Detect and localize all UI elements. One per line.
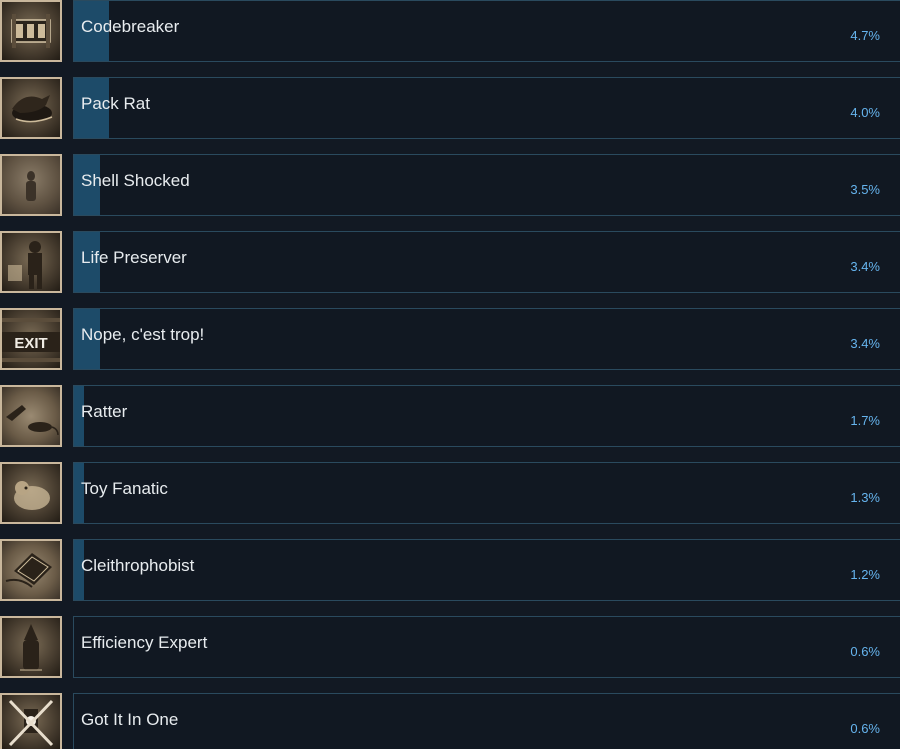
achievement-percent: 3.4% (850, 336, 880, 351)
svg-text:EXIT: EXIT (14, 335, 47, 352)
achievement-name: Shell Shocked (81, 171, 190, 190)
progress-bar: Toy Fanatic 1.3% (73, 462, 900, 524)
rat-pile-icon (0, 77, 62, 139)
achievement-name: Pack Rat (81, 94, 150, 113)
achievement-row-efficiency-expert[interactable]: Efficiency Expert 0.6% (0, 616, 900, 681)
progress-bar: Codebreaker 4.7% (73, 0, 900, 62)
progress-bar: Ratter 1.7% (73, 385, 900, 447)
progress-bar: Pack Rat 4.0% (73, 77, 900, 139)
achievement-name: Got It In One (81, 710, 179, 729)
achievement-percent: 4.7% (850, 28, 880, 43)
achievement-row-nope-cest-trop[interactable]: EXIT Nope, c'est trop! 3.4% (0, 308, 900, 373)
progress-bar: Nope, c'est trop! 3.4% (73, 308, 900, 370)
achievement-name: Cleithrophobist (81, 556, 195, 575)
progress-bar: Got It In One 0.6% (73, 693, 900, 749)
achievement-percent: 0.6% (850, 721, 880, 736)
achievement-name: Life Preserver (81, 248, 187, 267)
trapdoor-icon (0, 539, 62, 601)
achievement-percent: 1.3% (850, 490, 880, 505)
progress-bar: Cleithrophobist 1.2% (73, 539, 900, 601)
exit-sign-icon: EXIT (0, 308, 62, 370)
achievement-percent: 1.2% (850, 567, 880, 582)
achievement-row-ratter[interactable]: Ratter 1.7% (0, 385, 900, 450)
achievement-name: Nope, c'est trop! (81, 325, 205, 344)
achievement-row-toy-fanatic[interactable]: Toy Fanatic 1.3% (0, 462, 900, 527)
lock-dial-icon (0, 0, 62, 62)
progress-bar: Efficiency Expert 0.6% (73, 616, 900, 678)
achievement-name: Toy Fanatic (81, 479, 168, 498)
achievement-percent: 3.4% (850, 259, 880, 274)
shadow-figure-icon (0, 154, 62, 216)
progress-bar: Shell Shocked 3.5% (73, 154, 900, 216)
achievement-percent: 1.7% (850, 413, 880, 428)
achievement-percent: 4.0% (850, 105, 880, 120)
achievement-row-codebreaker[interactable]: Codebreaker 4.7% (0, 0, 900, 65)
progress-bar: Life Preserver 3.4% (73, 231, 900, 293)
achievement-row-shell-shocked[interactable]: Shell Shocked 3.5% (0, 154, 900, 219)
hooded-figure-icon (0, 616, 62, 678)
achievement-percent: 3.5% (850, 182, 880, 197)
achievement-row-pack-rat[interactable]: Pack Rat 4.0% (0, 77, 900, 142)
achievement-name: Codebreaker (81, 17, 180, 36)
achievement-row-cleithrophobist[interactable]: Cleithrophobist 1.2% (0, 539, 900, 604)
soldier-icon (0, 231, 62, 293)
achievement-row-got-it-in-one[interactable]: Got It In One 0.6% (0, 693, 900, 749)
achievement-percent: 0.6% (850, 644, 880, 659)
achievement-row-life-preserver[interactable]: Life Preserver 3.4% (0, 231, 900, 296)
rat-hand-icon (0, 385, 62, 447)
achievement-list: Codebreaker 4.7% Pack Rat 4.0% Shell Sho… (0, 0, 900, 749)
achievement-name: Efficiency Expert (81, 633, 208, 652)
crossed-lantern-icon (0, 693, 62, 749)
achievement-name: Ratter (81, 402, 128, 421)
toy-bear-icon (0, 462, 62, 524)
